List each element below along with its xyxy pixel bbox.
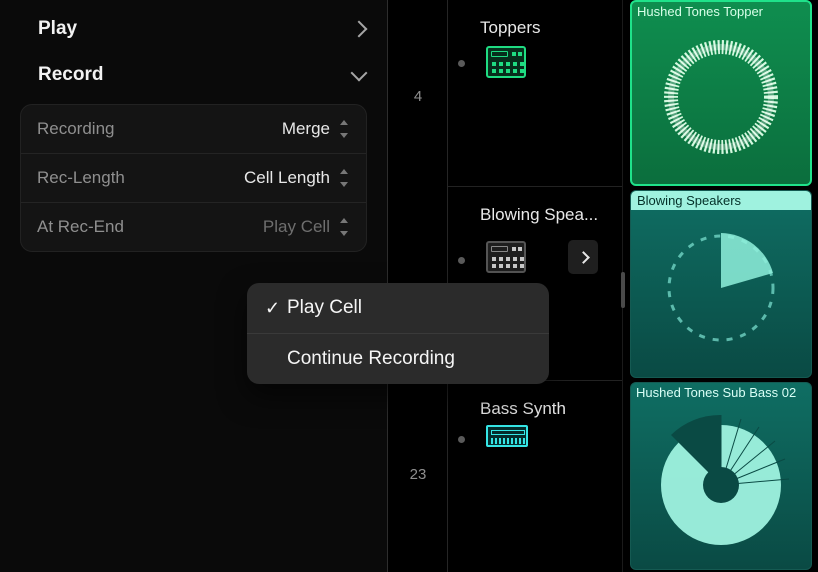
synth-rack-icon (486, 425, 528, 447)
drum-machine-icon (486, 241, 526, 273)
rec-length-row[interactable]: Rec-Length Cell Length (21, 154, 366, 203)
recording-mode-value: Merge (282, 119, 350, 139)
track-name: Blowing Spea... (448, 205, 622, 225)
cell-label: Blowing Speakers (631, 191, 811, 210)
rec-length-value-text: Cell Length (244, 168, 330, 188)
row-number: 23 (388, 466, 448, 483)
waveform-disc-icon (641, 400, 801, 560)
scrollbar-thumb[interactable] (621, 272, 625, 308)
stepper-icon (338, 218, 350, 236)
track-status-dot (458, 436, 465, 443)
at-rec-end-value: Play Cell (263, 217, 350, 237)
play-section-header[interactable]: Play (0, 6, 387, 52)
row-number: 4 (388, 88, 448, 105)
cells-column: Hushed Tones Topper Blowing Speakers Hus… (628, 0, 814, 572)
waveform-ring-icon (646, 22, 796, 172)
popup-item-play-cell[interactable]: ✓ Play Cell (247, 283, 549, 333)
at-rec-end-row[interactable]: At Rec-End Play Cell (21, 203, 366, 251)
cell-blowing-speakers[interactable]: Blowing Speakers (630, 190, 812, 378)
popup-item-label: Continue Recording (287, 348, 455, 370)
popup-item-continue-recording[interactable]: Continue Recording (247, 333, 549, 384)
track-header-bass-synth[interactable]: Bass Synth (448, 380, 622, 572)
at-rec-end-popup: ✓ Play Cell Continue Recording (247, 283, 549, 384)
popup-item-label: Play Cell (287, 297, 362, 319)
checkmark-icon: ✓ (265, 298, 287, 319)
cell-hushed-tones-sub-bass[interactable]: Hushed Tones Sub Bass 02 (630, 382, 812, 570)
track-status-dot (458, 257, 465, 264)
chevron-right-icon (577, 251, 590, 264)
record-settings-card: Recording Merge Rec-Length Cell Length A… (20, 104, 367, 252)
recording-mode-label: Recording (37, 119, 115, 139)
cell-label: Hushed Tones Sub Bass 02 (636, 385, 796, 400)
at-rec-end-label: At Rec-End (37, 217, 124, 237)
track-name: Toppers (448, 18, 622, 38)
track-expand-button[interactable] (568, 240, 598, 274)
chevron-right-icon (351, 21, 368, 38)
record-section-header[interactable]: Record (0, 52, 387, 98)
drum-machine-icon (486, 46, 526, 78)
progress-ring-icon (646, 213, 796, 363)
rec-length-value: Cell Length (244, 168, 350, 188)
track-name: Bass Synth (448, 399, 622, 419)
track-status-dot (458, 60, 465, 67)
cell-hushed-tones-topper[interactable]: Hushed Tones Topper (630, 0, 812, 186)
record-section-label: Record (38, 64, 103, 86)
stepper-icon (338, 169, 350, 187)
chevron-down-icon (351, 65, 368, 82)
at-rec-end-value-text: Play Cell (263, 217, 330, 237)
recording-mode-value-text: Merge (282, 119, 330, 139)
rec-length-label: Rec-Length (37, 168, 125, 188)
stepper-icon (338, 120, 350, 138)
track-header-toppers[interactable]: Toppers (448, 0, 622, 186)
cell-label: Hushed Tones Topper (637, 4, 763, 19)
recording-mode-row[interactable]: Recording Merge (21, 105, 366, 154)
play-section-label: Play (38, 18, 77, 40)
